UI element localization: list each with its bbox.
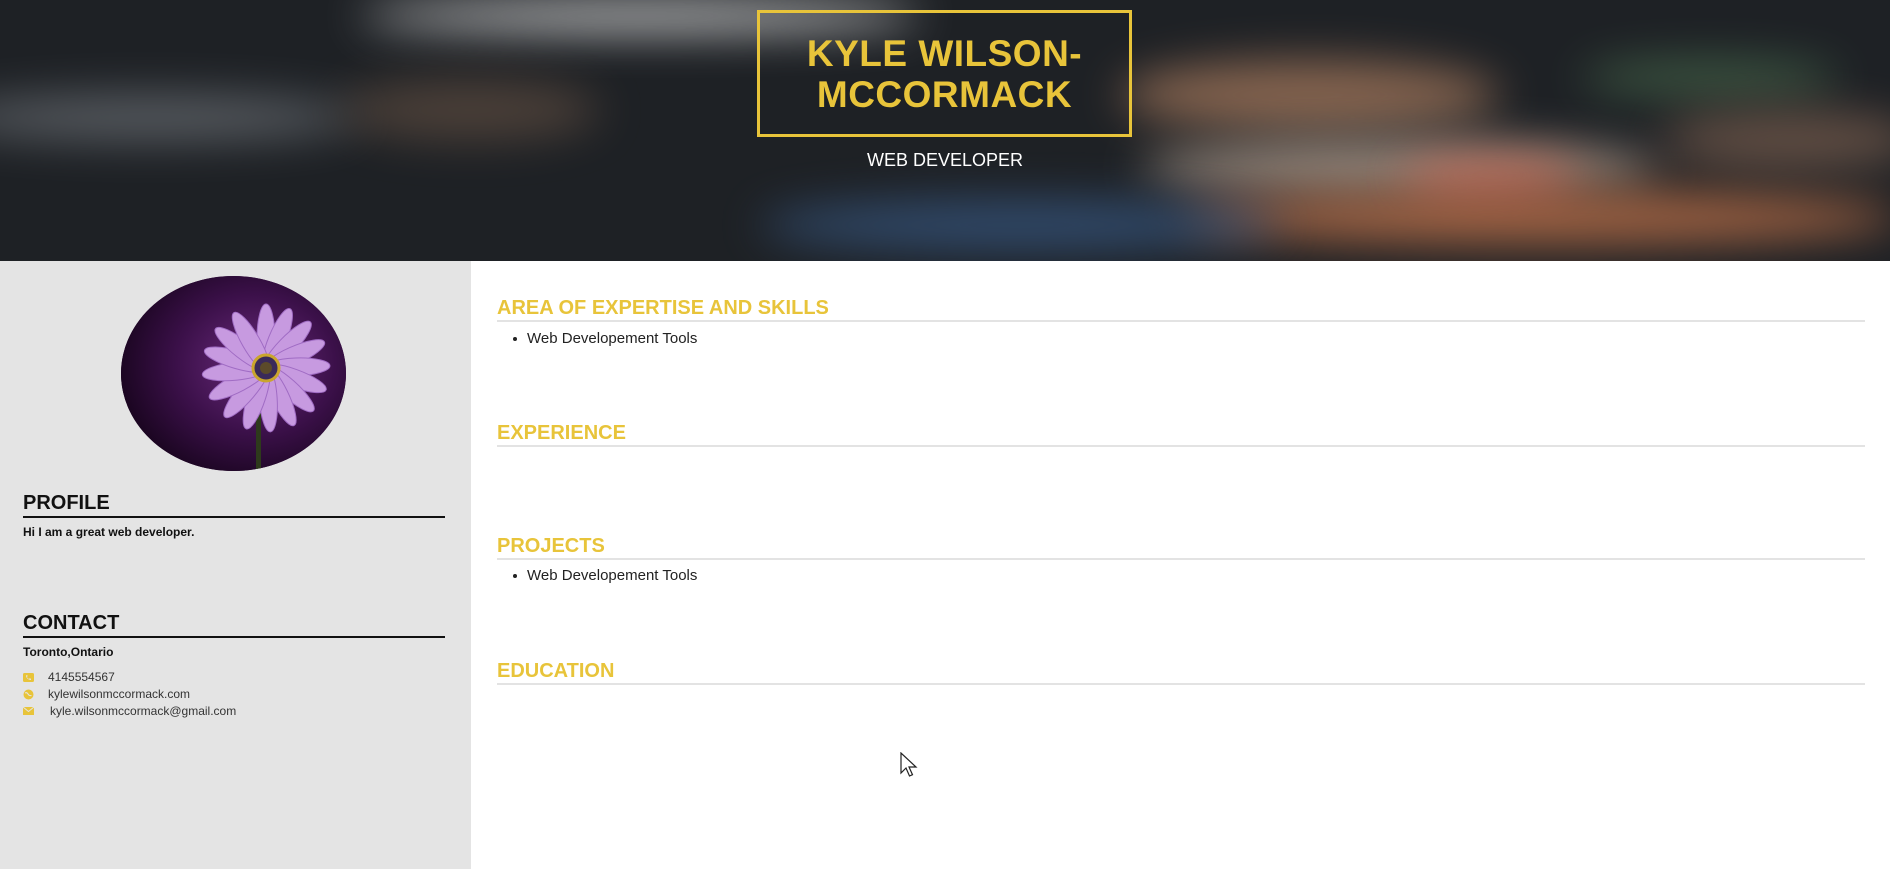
contact-email: kyle.wilsonmccormack@gmail.com: [23, 704, 236, 718]
contact-email-value[interactable]: kyle.wilsonmccormack@gmail.com: [50, 704, 236, 718]
header-background-blur: [0, 95, 360, 140]
envelope-icon: [23, 707, 34, 716]
profile-text: Hi I am a great web developer.: [23, 525, 195, 539]
header-background-blur: [1180, 190, 1890, 245]
header-background-blur: [760, 200, 1280, 250]
project-item: Web Developement Tools: [527, 567, 698, 584]
job-title: WEB DEVELOPER: [866, 150, 1024, 170]
phone-icon: [23, 672, 34, 682]
section-heading-experience: EXPERIENCE: [497, 421, 1865, 447]
mouse-cursor-icon: [900, 751, 920, 785]
resume-header: KYLE WILSON-MCCORMACK WEB DEVELOPER: [0, 0, 1890, 261]
section-heading-expertise: AREA OF EXPERTISE AND SKILLS: [497, 296, 1865, 322]
header-background-blur: [1120, 60, 1500, 130]
contact-website-value[interactable]: kylewilsonmccormack.com: [48, 687, 190, 701]
profile-heading: PROFILE: [23, 492, 445, 518]
contact-location: Toronto,Ontario: [23, 645, 114, 659]
contact-heading: CONTACT: [23, 612, 445, 638]
header-background-blur: [340, 80, 600, 140]
list-item: Web Developement Tools: [513, 567, 697, 584]
header-background-blur: [1580, 60, 1840, 95]
sidebar: PROFILE Hi I am a great web developer. C…: [0, 261, 471, 869]
section-heading-education: EDUCATION: [497, 659, 1865, 685]
daisy-flower-image: [121, 276, 346, 471]
name-box: KYLE WILSON-MCCORMACK: [757, 10, 1132, 137]
bullet-icon: [513, 336, 517, 341]
contact-website: kylewilsonmccormack.com: [23, 687, 190, 701]
section-heading-projects: PROJECTS: [497, 534, 1865, 560]
profile-photo: [121, 276, 346, 471]
contact-phone-value[interactable]: 4145554567: [48, 670, 115, 684]
contact-phone: 4145554567: [23, 670, 115, 684]
person-name: KYLE WILSON-MCCORMACK: [806, 32, 1083, 115]
expertise-item: Web Developement Tools: [527, 330, 698, 347]
globe-icon: [23, 689, 34, 699]
bullet-icon: [513, 573, 517, 578]
main-content: AREA OF EXPERTISE AND SKILLS Web Develop…: [471, 261, 1890, 869]
list-item: Web Developement Tools: [513, 330, 697, 347]
